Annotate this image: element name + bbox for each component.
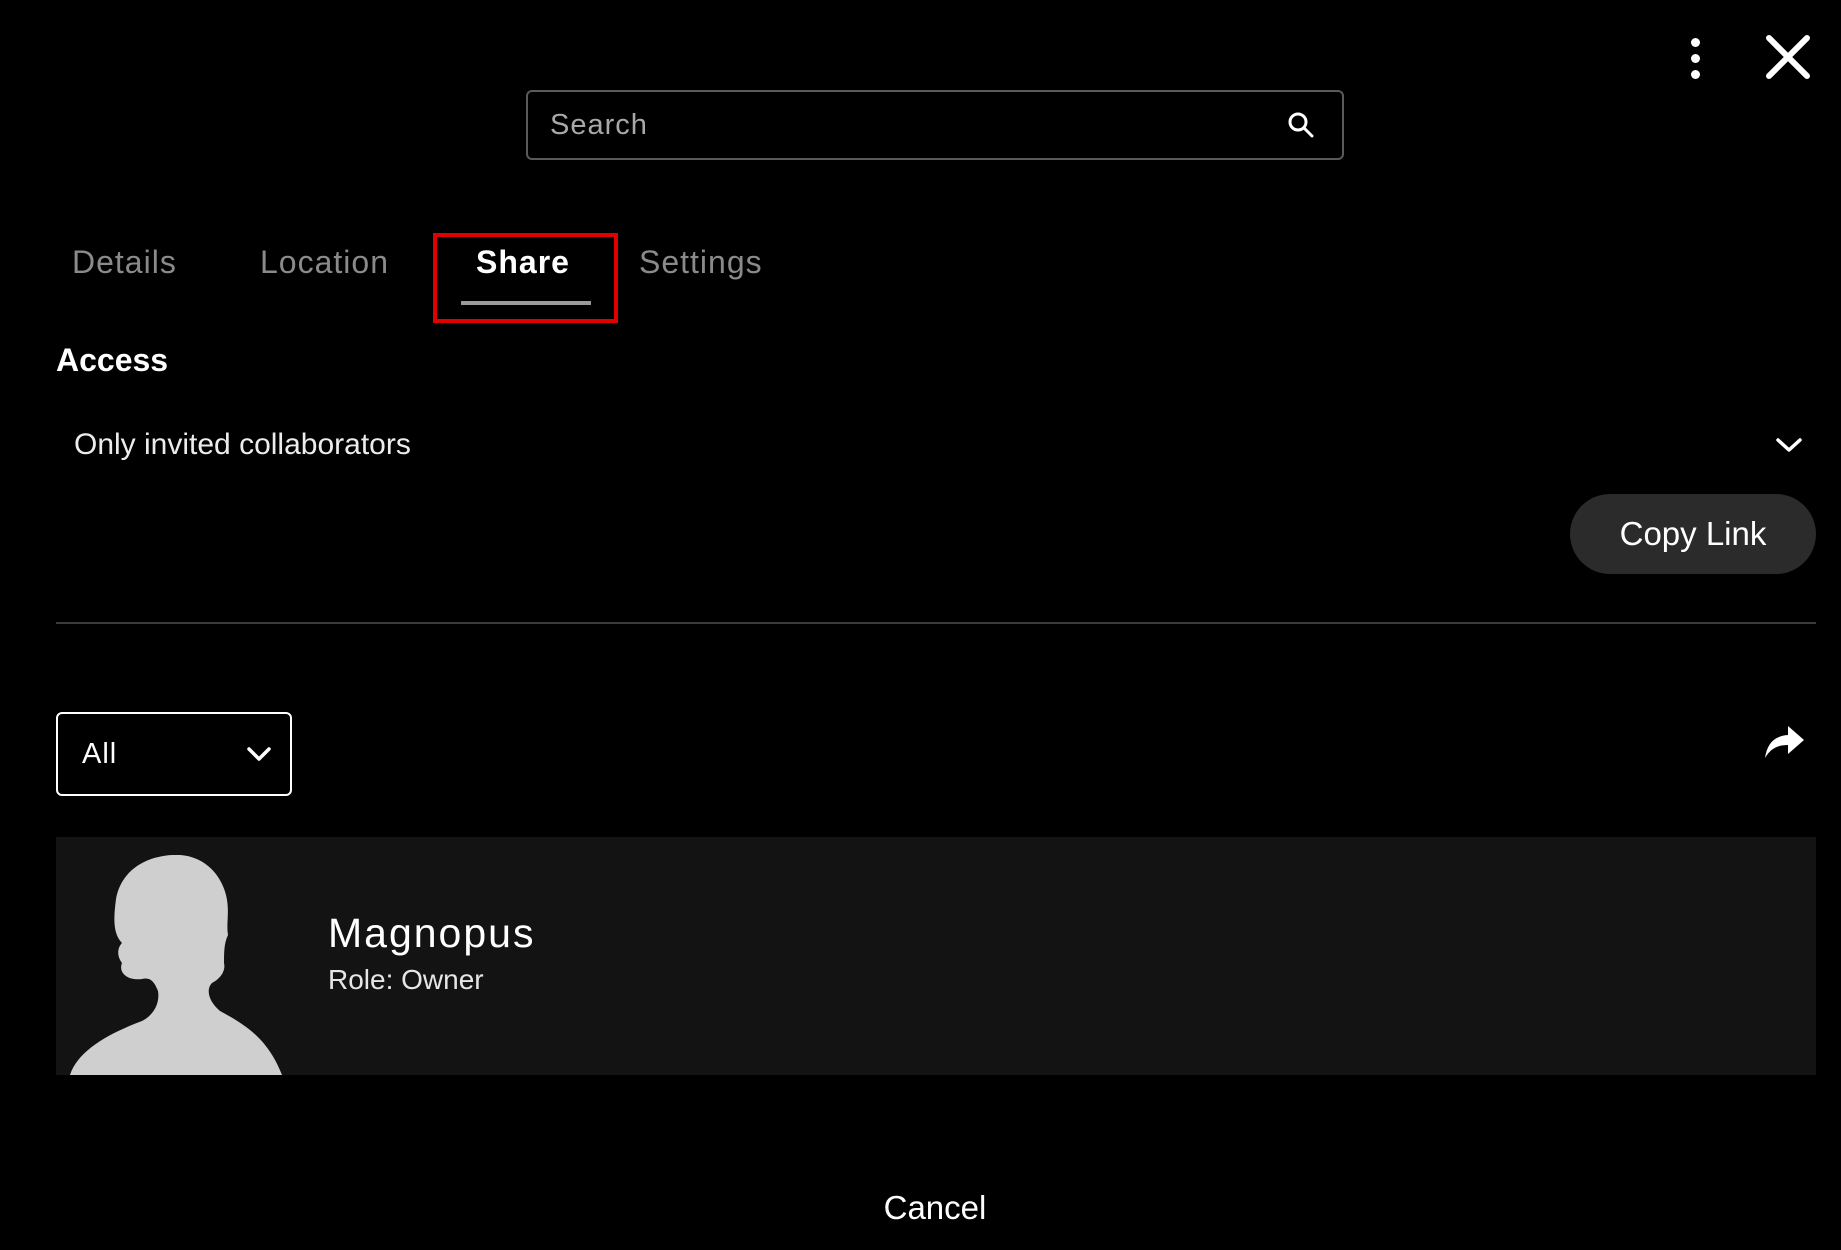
member-role: Role: Owner xyxy=(328,964,484,995)
share-arrow-icon xyxy=(1765,726,1804,758)
filter-selected-value: All xyxy=(82,737,118,770)
tab-highlight-box xyxy=(433,233,618,323)
member-name: Magnopus xyxy=(328,910,536,956)
chevron-down-icon xyxy=(1776,438,1802,452)
search-box[interactable] xyxy=(526,90,1344,160)
member-list-item[interactable]: Magnopus Role: Owner xyxy=(56,837,1816,1075)
tab-location[interactable]: Location xyxy=(260,240,389,284)
tab-details[interactable]: Details xyxy=(72,240,177,284)
close-icon xyxy=(1766,35,1810,79)
access-selected-value: Only invited collaborators xyxy=(74,428,411,461)
tab-settings[interactable]: Settings xyxy=(639,240,763,284)
kebab-dot xyxy=(1690,53,1700,63)
cancel-button[interactable]: Cancel xyxy=(820,1184,1050,1232)
more-options-button[interactable] xyxy=(1680,36,1710,80)
section-divider xyxy=(56,622,1816,624)
avatar xyxy=(70,855,282,1075)
member-filter-dropdown[interactable]: All xyxy=(56,712,292,796)
copy-link-button[interactable]: Copy Link xyxy=(1570,494,1816,574)
close-button[interactable] xyxy=(1763,32,1813,82)
share-button[interactable] xyxy=(1762,722,1806,762)
search-icon[interactable] xyxy=(1286,110,1316,140)
chevron-down-icon xyxy=(247,747,271,761)
access-dropdown[interactable]: Only invited collaborators xyxy=(56,416,1816,474)
access-heading: Access xyxy=(56,342,169,378)
kebab-dot xyxy=(1690,69,1700,79)
search-input[interactable] xyxy=(528,107,1286,143)
kebab-dot xyxy=(1690,37,1700,47)
